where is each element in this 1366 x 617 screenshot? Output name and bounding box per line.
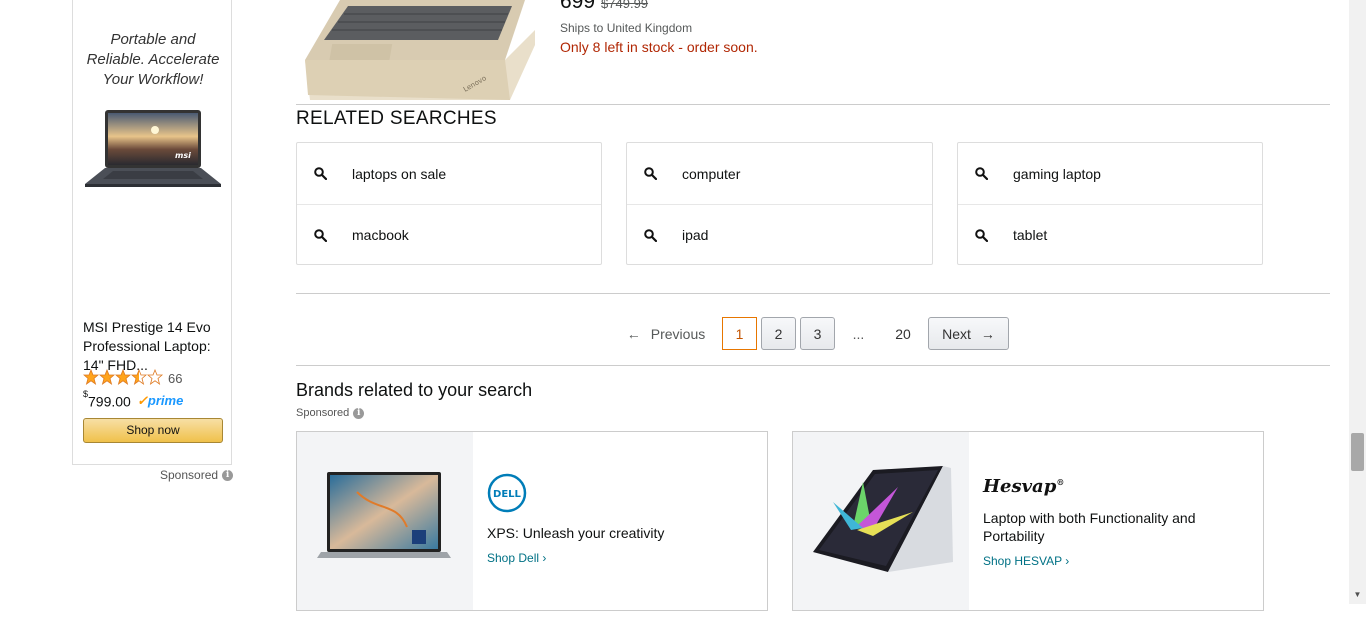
search-icon (644, 167, 657, 180)
ad-price: $799.00 (83, 389, 131, 410)
brands-section-title: Brands related to your search (296, 380, 533, 400)
scroll-down-arrow-icon[interactable]: ▼ (1351, 590, 1364, 602)
brand-card-dell[interactable]: DELL XPS: Unleash your creativity Shop D… (296, 431, 768, 611)
related-search-item[interactable]: gaming laptop (958, 143, 1262, 204)
related-searches-column: laptops on sale macbook (296, 142, 602, 265)
page-3-button[interactable]: 3 (800, 317, 835, 350)
msi-logo (93, 0, 208, 8)
info-icon[interactable]: i (222, 469, 234, 481)
shop-brand-link[interactable]: Shop HESVAP › (983, 554, 1069, 568)
arrow-left-icon: ← (626, 325, 641, 342)
next-page-button[interactable]: Next → (928, 317, 1009, 350)
vertical-scrollbar[interactable] (1349, 0, 1366, 604)
stock-warning: Only 8 left in stock - order soon. (560, 39, 758, 55)
search-icon (314, 167, 327, 180)
product-price[interactable]: 699 $749.99 (560, 0, 648, 14)
brand-tagline: XPS: Unleash your creativity (487, 525, 665, 541)
related-search-item[interactable]: computer (627, 143, 932, 204)
search-icon (314, 229, 327, 242)
related-search-item[interactable]: ipad (627, 204, 932, 265)
previous-page-button[interactable]: ← Previous (624, 317, 708, 350)
divider (296, 293, 1330, 294)
related-search-item[interactable]: macbook (297, 204, 601, 265)
related-searches-column: computer ipad (626, 142, 933, 265)
search-icon (975, 167, 988, 180)
hesvap-laptop-image (813, 466, 953, 572)
divider (296, 365, 1330, 366)
shop-now-button[interactable]: Shop now (83, 418, 223, 443)
arrow-right-icon: → (980, 325, 995, 342)
search-icon (644, 229, 657, 242)
dell-logo: DELL (487, 473, 527, 513)
hesvap-logo: Hesvap® (983, 476, 1065, 497)
svg-text:msi: msi (175, 151, 191, 160)
related-search-item[interactable]: laptops on sale (297, 143, 601, 204)
brand-image-pane (793, 432, 969, 610)
chevron-right-icon: › (1065, 554, 1070, 568)
brand-card-hesvap[interactable]: Hesvap® Laptop with both Functionality a… (792, 431, 1264, 611)
brands-sponsored-label[interactable]: Sponsored i (296, 407, 365, 419)
pagination-ellipsis: ... (852, 325, 865, 342)
page-20-button[interactable]: 20 (887, 317, 919, 350)
msi-laptop-image[interactable]: msi (83, 108, 223, 194)
brand-tagline: Laptop with both Functionality and Porta… (983, 510, 1196, 544)
ad-review-count[interactable]: 66 (168, 371, 182, 386)
brand-image-pane (297, 432, 473, 610)
ad-product-name[interactable]: MSI Prestige 14 Evo Professional Laptop:… (83, 318, 223, 375)
svg-text:DELL: DELL (493, 489, 522, 500)
product-laptop-image[interactable]: Lenovo (300, 0, 540, 100)
info-icon[interactable]: i (353, 407, 365, 419)
related-search-item[interactable]: tablet (958, 204, 1262, 265)
chevron-right-icon: › (542, 551, 547, 565)
page-1-button[interactable]: 1 (722, 317, 757, 350)
page-2-button[interactable]: 2 (761, 317, 796, 350)
star-rating-icon (83, 369, 163, 385)
ad-sponsored-label[interactable]: Sponsored i (160, 468, 234, 482)
scrollbar-thumb[interactable] (1351, 433, 1364, 471)
ships-to-text: Ships to United Kingdom (560, 21, 693, 35)
pagination: ← Previous 1 2 3 ... 20 Next → (296, 317, 1330, 350)
related-searches-title: RELATED SEARCHES (296, 108, 497, 129)
shop-brand-link[interactable]: Shop Dell › (487, 551, 546, 565)
dell-laptop-image (317, 472, 451, 558)
sponsored-ad-card[interactable]: Portable and Reliable. Accelerate Your W… (72, 0, 232, 465)
search-icon (975, 229, 988, 242)
ad-star-rating[interactable] (83, 368, 165, 386)
ad-tagline: Portable and Reliable. Accelerate Your W… (86, 31, 220, 88)
prime-badge: ✓prime (137, 393, 184, 408)
related-searches-column: gaming laptop tablet (957, 142, 1263, 265)
divider (296, 104, 1330, 105)
